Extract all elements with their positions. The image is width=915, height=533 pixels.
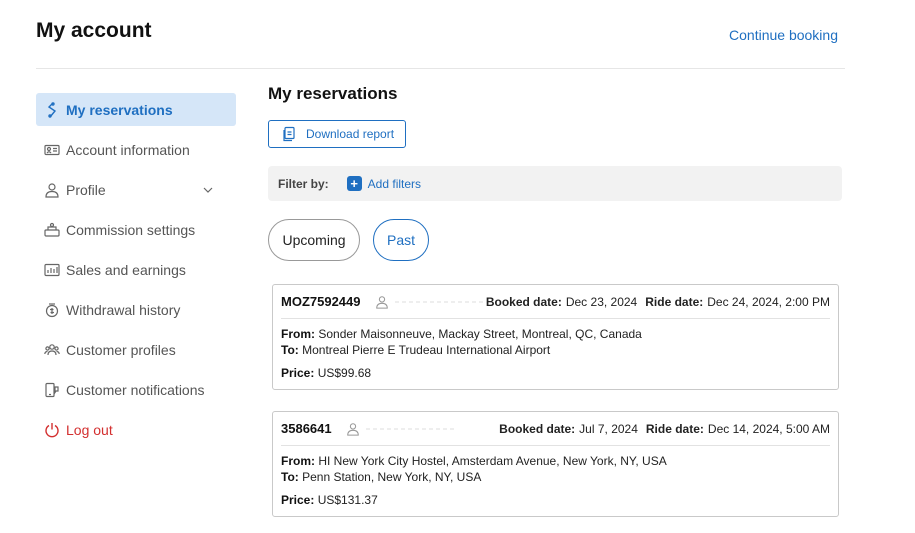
sidebar-item-my-reservations[interactable]: My reservations xyxy=(36,93,236,126)
redacted-name xyxy=(394,300,485,303)
add-filters-label: Add filters xyxy=(367,176,422,191)
page-title: My account xyxy=(36,19,152,42)
booked-date-label: Booked date: xyxy=(499,421,576,436)
sidebar-item-customer-notifications[interactable]: Customer notifications xyxy=(36,373,236,406)
booked-date-label: Booked date: xyxy=(485,294,562,309)
reservation-card[interactable]: 3586641 Booked date: Jul 7, 2024 Ride da… xyxy=(272,411,839,517)
ride-date: Dec 14, 2024, 5:00 AM xyxy=(707,421,830,436)
sidebar-item-customer-profiles[interactable]: Customer profiles xyxy=(36,333,236,366)
reservation-dates: Booked date: Dec 23, 2024 Ride date: Dec… xyxy=(486,295,830,309)
booked-date: Dec 23, 2024 xyxy=(565,294,638,309)
tab-upcoming[interactable]: Upcoming xyxy=(268,219,360,261)
user-icon xyxy=(44,182,60,198)
continue-booking-link[interactable]: Continue booking xyxy=(729,27,838,43)
price-row: Price: US$131.37 xyxy=(281,492,830,508)
sidebar-item-account-information[interactable]: Account information xyxy=(36,133,236,166)
booked-date: Jul 7, 2024 xyxy=(579,421,638,436)
ride-date-label: Ride date: xyxy=(645,421,704,436)
to-address: Penn Station, New York, NY, USA xyxy=(302,470,482,484)
user-icon xyxy=(346,422,359,436)
sidebar-item-profile[interactable]: Profile xyxy=(36,173,236,206)
to-label: To: xyxy=(281,343,299,357)
main-content: My reservations Download report Filter b… xyxy=(268,84,843,517)
header-divider xyxy=(36,68,845,69)
sidebar-item-label: Sales and earnings xyxy=(66,261,186,278)
from-row: From: HI New York City Hostel, Amsterdam… xyxy=(281,453,830,469)
to-address: Montreal Pierre E Trudeau International … xyxy=(302,343,551,357)
sidebar-item-label: Withdrawal history xyxy=(66,301,181,318)
user-icon xyxy=(375,295,388,309)
sidebar: My reservations Account information Prof… xyxy=(36,93,236,453)
sidebar-item-label: My reservations xyxy=(66,101,173,118)
chevron-down-icon[interactable] xyxy=(202,184,214,196)
plus-icon: + xyxy=(346,176,362,191)
section-title: My reservations xyxy=(268,84,398,103)
reservation-id: MOZ7592449 xyxy=(281,294,361,309)
price-label: Price: xyxy=(281,493,315,507)
download-report-button[interactable]: Download report xyxy=(268,120,406,148)
sidebar-item-label: Log out xyxy=(66,421,113,438)
id-card-icon xyxy=(44,142,60,158)
to-label: To: xyxy=(281,470,299,484)
reservation-header: 3586641 Booked date: Jul 7, 2024 Ride da… xyxy=(281,412,830,446)
reservation-details: From: HI New York City Hostel, Amsterdam… xyxy=(281,446,830,516)
add-filters-button[interactable]: + Add filters xyxy=(346,176,422,191)
commission-icon xyxy=(44,222,60,238)
redacted-name xyxy=(365,427,456,430)
reservation-header: MOZ7592449 Booked date: Dec 23, 2024 Rid… xyxy=(281,285,830,319)
filter-label: Filter by: xyxy=(278,176,329,191)
chart-icon xyxy=(44,262,60,278)
sidebar-item-sales-and-earnings[interactable]: Sales and earnings xyxy=(36,253,236,286)
sidebar-item-log-out[interactable]: Log out xyxy=(36,413,236,446)
sidebar-item-label: Customer profiles xyxy=(66,341,176,358)
sidebar-item-label: Customer notifications xyxy=(66,381,205,398)
reservation-card[interactable]: MOZ7592449 Booked date: Dec 23, 2024 Rid… xyxy=(272,284,839,390)
reservations-icon xyxy=(44,101,60,118)
notification-icon xyxy=(44,382,60,398)
sidebar-item-label: Account information xyxy=(66,141,190,158)
reservation-id: 3586641 xyxy=(281,421,332,436)
sidebar-item-withdrawal-history[interactable]: Withdrawal history xyxy=(36,293,236,326)
reservation-dates: Booked date: Jul 7, 2024 Ride date: Dec … xyxy=(499,422,830,436)
from-address: HI New York City Hostel, Amsterdam Avenu… xyxy=(318,454,667,468)
to-row: To: Montreal Pierre E Trudeau Internatio… xyxy=(281,342,830,358)
sidebar-item-commission-settings[interactable]: Commission settings xyxy=(36,213,236,246)
price-label: Price: xyxy=(281,366,315,380)
wallet-icon xyxy=(44,302,60,318)
ride-date: Dec 24, 2024, 2:00 PM xyxy=(707,294,830,309)
sidebar-item-label: Commission settings xyxy=(66,221,196,238)
from-row: From: Sonder Maisonneuve, Mackay Street,… xyxy=(281,326,830,342)
price-value: US$99.68 xyxy=(317,366,372,380)
price-row: Price: US$99.68 xyxy=(281,365,830,381)
ride-date-label: Ride date: xyxy=(645,294,704,309)
users-icon xyxy=(44,342,60,358)
price-value: US$131.37 xyxy=(317,493,378,507)
filter-bar: Filter by: + Add filters xyxy=(268,166,842,201)
power-icon xyxy=(44,422,60,438)
sidebar-item-label: Profile xyxy=(66,181,106,198)
from-label: From: xyxy=(281,454,315,468)
tab-past[interactable]: Past xyxy=(373,219,429,261)
from-address: Sonder Maisonneuve, Mackay Street, Montr… xyxy=(318,327,642,341)
from-label: From: xyxy=(281,327,315,341)
reservation-details: From: Sonder Maisonneuve, Mackay Street,… xyxy=(281,319,830,389)
download-report-label: Download report xyxy=(306,127,395,141)
document-icon xyxy=(283,126,295,142)
to-row: To: Penn Station, New York, NY, USA xyxy=(281,469,830,485)
